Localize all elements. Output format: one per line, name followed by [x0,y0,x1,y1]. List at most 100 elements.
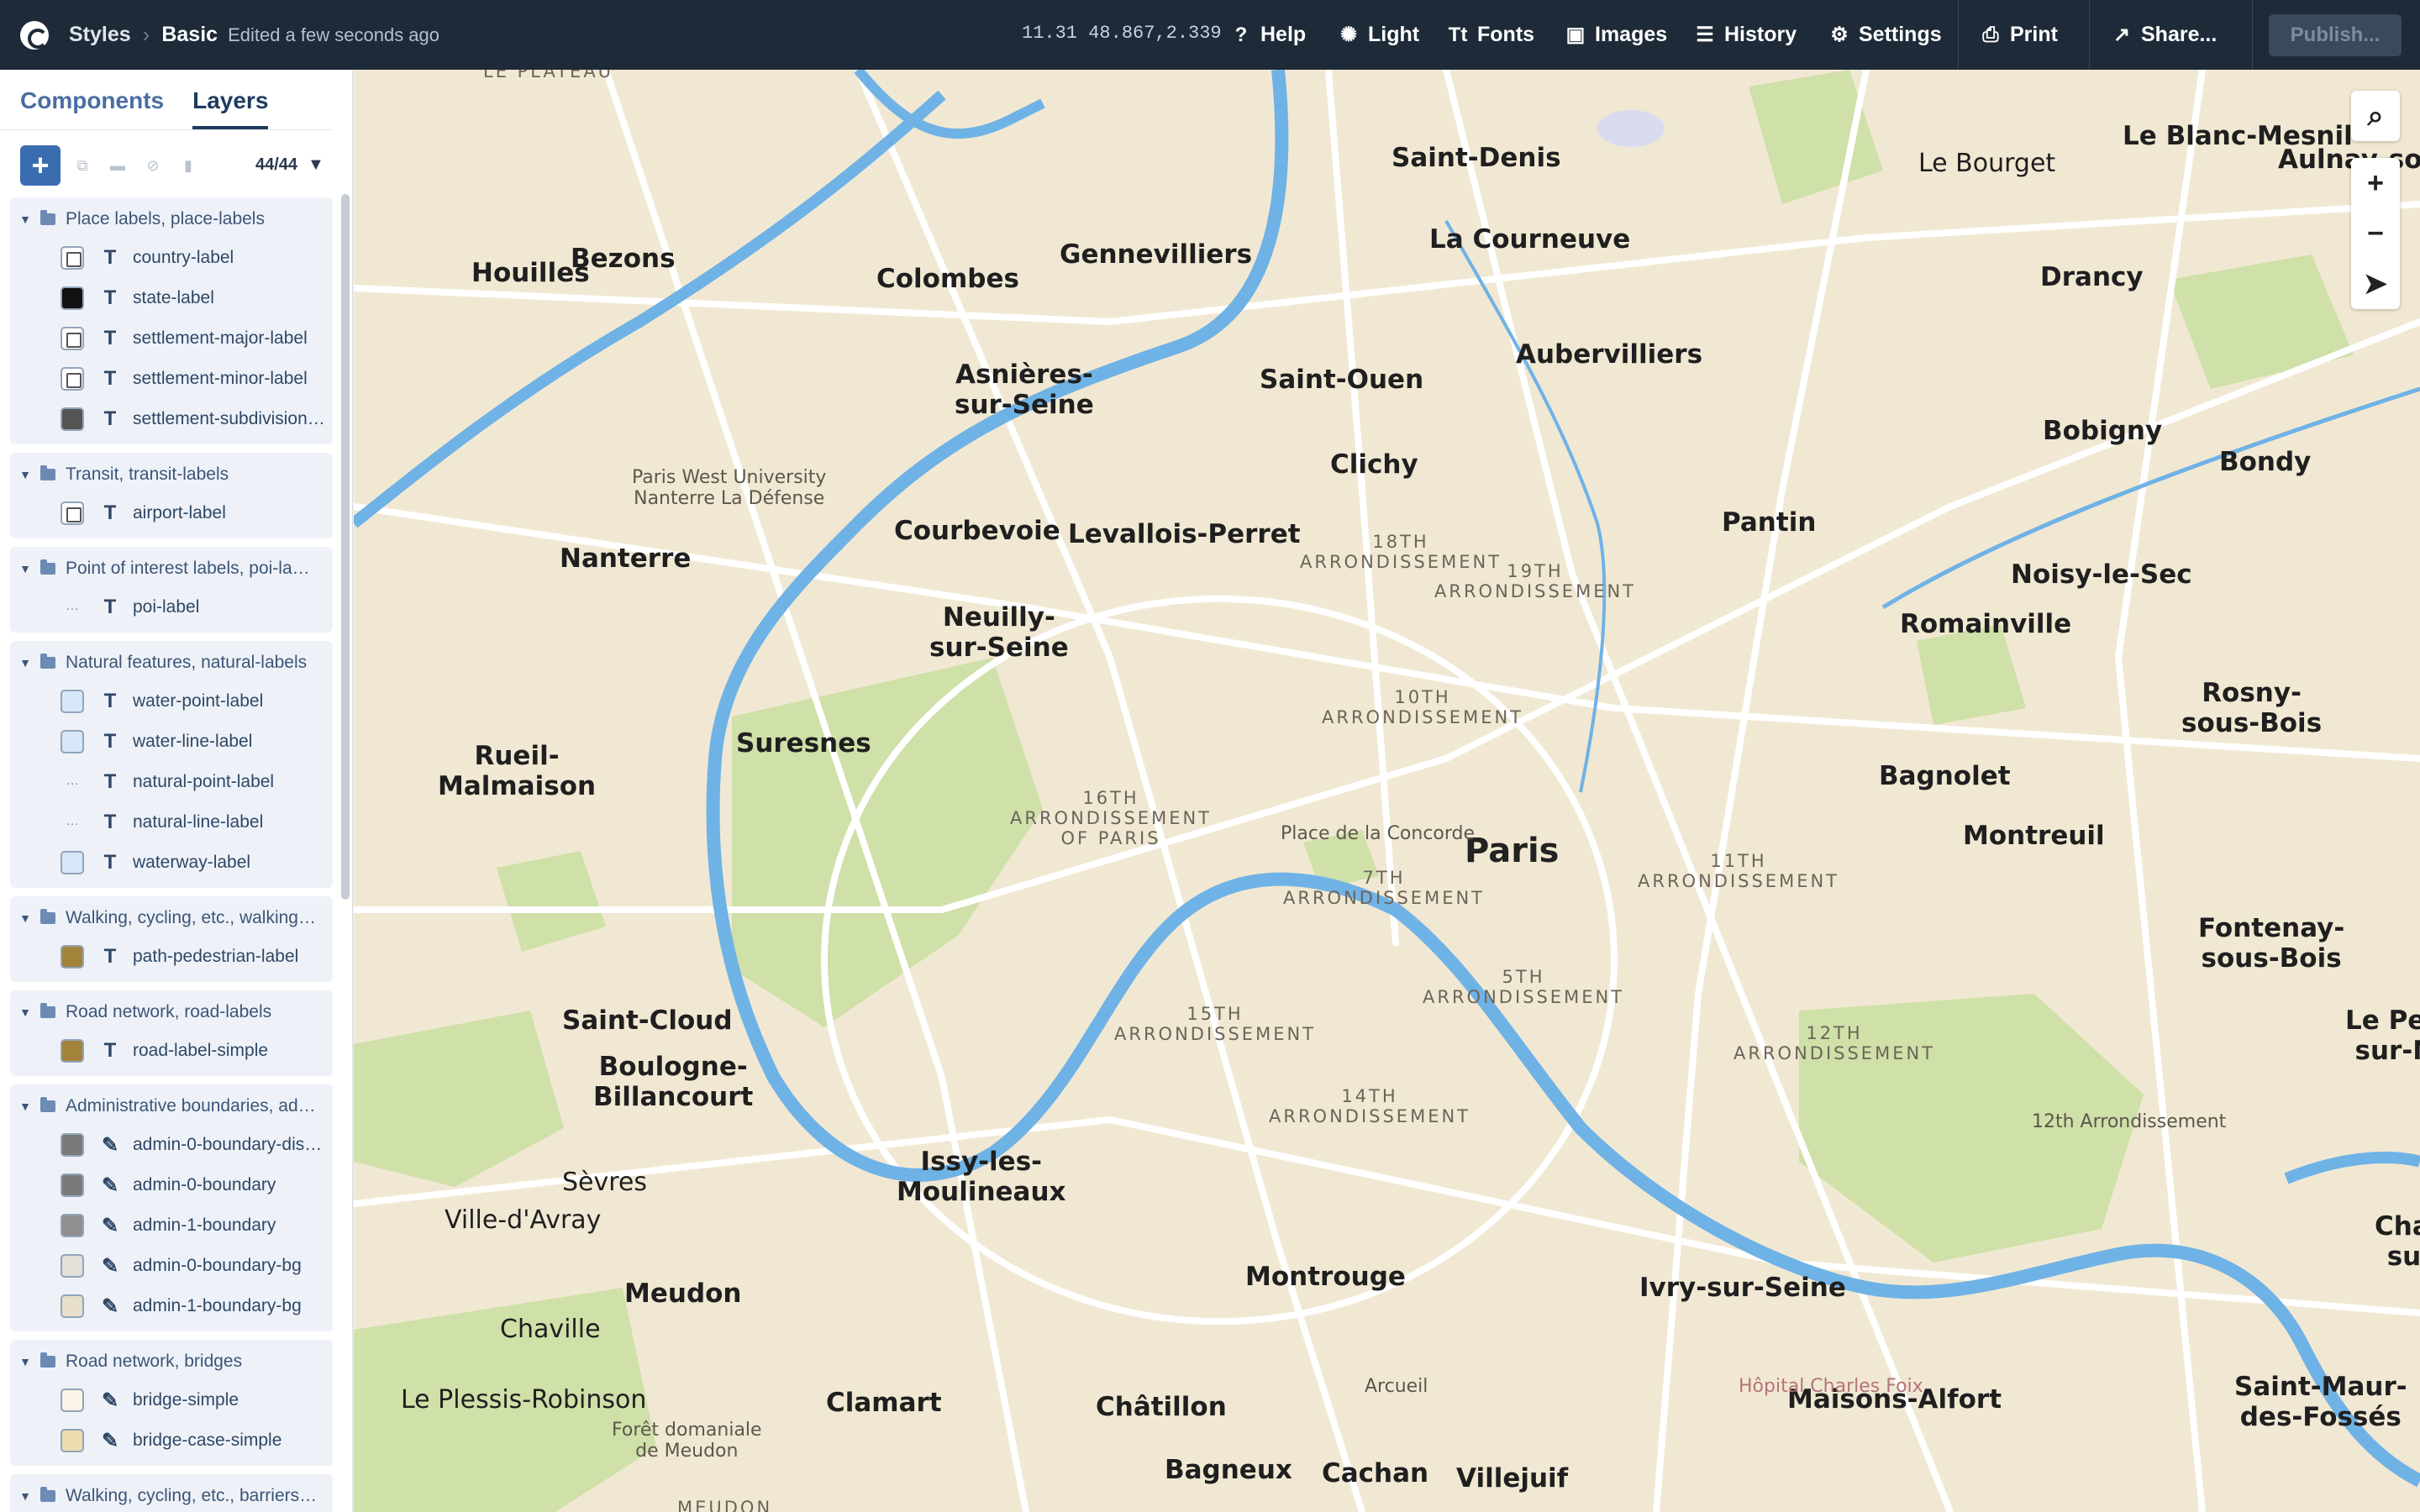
layer-item[interactable]: ✎ admin-1-boundary [10,1205,333,1246]
color-swatch[interactable] [60,1133,84,1157]
layer-group-name: Road network, road-labels [66,1002,272,1021]
color-swatch[interactable] [60,690,84,713]
caret-down-icon[interactable]: ▼ [10,1005,40,1019]
zoom-in-button[interactable]: + [2351,158,2400,208]
studio-logo-icon[interactable] [20,20,49,50]
layer-group-header[interactable]: ▼ Place labels, place-labels [10,201,333,238]
caret-down-icon[interactable]: ▼ [10,911,40,925]
color-swatch[interactable] [60,1254,84,1278]
print-button[interactable]: ⎙ Print [1980,0,2058,70]
layer-item[interactable]: ✎ bridge-simple [10,1380,333,1420]
layer-group-header[interactable]: ▼ Walking, cycling, etc., walking-labels [10,900,333,937]
place-label: Romainville [1900,609,2072,639]
color-swatch[interactable] [60,945,84,969]
trash-icon[interactable]: ▮ [180,157,197,174]
color-swatch[interactable] [60,1294,84,1318]
layer-item[interactable]: Tstate-label [10,278,333,318]
settings-button[interactable]: ⚙ Settings [1828,0,1941,70]
layer-item[interactable]: ✎ admin-1-boundary-bg [10,1286,333,1326]
breadcrumb-styles[interactable]: Styles [69,23,131,47]
bois-de-boulogne [732,658,1043,1027]
search-icon[interactable]: ⌕ [2351,91,2400,141]
place-label: Courbevoie [894,516,1060,546]
hide-icon[interactable]: ⊘ [145,157,161,174]
layer-item[interactable]: Tairport-label [10,493,333,533]
layer-group-header[interactable]: ▼ Transit, transit-labels [10,456,333,493]
layer-item[interactable]: ✎ bridge-case-simple [10,1420,333,1461]
caret-down-icon[interactable]: ▼ [10,1355,40,1368]
color-swatch[interactable] [60,1039,84,1063]
caret-down-icon[interactable]: ▼ [10,1100,40,1113]
map-canvas[interactable]: Saint-Denis Le Bourget Le Blanc-Mesnil Auln… [354,70,2420,1512]
history-button[interactable]: ☰ History [1694,0,1797,70]
compass-north-icon[interactable]: ➤ [2351,259,2400,309]
layer-item[interactable]: … Tnatural-point-label [10,762,333,802]
layer-item[interactable]: Tcountry-label [10,238,333,278]
color-swatch[interactable] [60,407,84,431]
layer-item[interactable]: ✎ admin-0-boundary-disputed [10,1125,333,1165]
icon-swatch-icon[interactable] [60,327,84,350]
place-label: Paris [1465,832,1560,870]
map-search-control[interactable]: ⌕ [2351,91,2400,141]
theme-button[interactable]: ✺ Light [1338,0,1419,70]
icon-swatch-icon[interactable] [60,246,84,270]
folder-icon [40,210,55,225]
duplicate-icon[interactable]: ⧉ [74,157,91,174]
symbol-layer-icon: T [103,690,117,712]
layer-group-header[interactable]: ▼ Natural features, natural-labels [10,644,333,681]
filter-icon[interactable]: ▼ [308,155,324,175]
folder-icon[interactable]: ▬ [109,157,126,174]
layer-item[interactable]: Twaterway-label [10,843,333,883]
layer-item[interactable]: Twater-point-label [10,681,333,722]
publish-button[interactable]: Publish... [2269,14,2402,56]
fonts-button[interactable]: Tt Fonts [1447,0,1534,70]
icon-swatch-icon[interactable] [60,501,84,525]
layer-item[interactable]: … Tnatural-line-label [10,802,333,843]
layer-item[interactable]: Tsettlement-major-label [10,318,333,359]
layer-item[interactable]: Tsettlement-subdivision-label [10,399,333,439]
caret-down-icon[interactable]: ▼ [10,213,40,226]
color-swatch[interactable] [60,851,84,874]
add-layer-button[interactable]: + [20,145,60,186]
layer-group-header[interactable]: ▼ Walking, cycling, etc., barriers-bridge… [10,1478,333,1512]
folder-icon [40,559,55,575]
layer-item[interactable]: … Tpoi-label [10,587,333,627]
layer-item[interactable]: ✎ admin-0-boundary [10,1165,333,1205]
color-swatch[interactable] [60,730,84,753]
layer-item[interactable]: Troad-label-simple [10,1031,333,1071]
color-swatch[interactable] [60,1389,84,1412]
empty-swatch-icon[interactable]: … [60,596,84,619]
layer-item[interactable]: Tsettlement-minor-label [10,359,333,399]
style-name[interactable]: Basic [161,23,218,47]
printer-icon: ⎙ [1982,23,1999,46]
symbol-layer-icon: T [103,367,117,390]
layer-item[interactable]: Twater-line-label [10,722,333,762]
layer-group-header[interactable]: ▼ Road network, bridges [10,1343,333,1380]
empty-swatch-icon[interactable]: … [60,770,84,794]
share-button[interactable]: ↗ Share... [2111,0,2217,70]
arrondissement-label: 5TH ARRONDISSEMENT [1423,967,1625,1008]
color-swatch[interactable] [60,1214,84,1237]
caret-down-icon[interactable]: ▼ [10,468,40,481]
color-swatch[interactable] [60,1429,84,1452]
caret-down-icon[interactable]: ▼ [10,1489,40,1503]
layer-group-header[interactable]: ▼ Road network, road-labels [10,994,333,1031]
color-swatch[interactable] [60,1173,84,1197]
icon-swatch-icon[interactable] [60,367,84,391]
caret-down-icon[interactable]: ▼ [10,656,40,669]
layer-item[interactable]: ✎ admin-0-boundary-bg [10,1246,333,1286]
map-position-readout[interactable]: 11.31 48.867,2.339 [1022,23,1222,44]
layer-item[interactable]: Tpath-pedestrian-label [10,937,333,977]
tab-layers[interactable]: Layers [192,87,269,129]
help-button[interactable]: ? Help [1230,0,1307,70]
layer-group-header[interactable]: ▼ Point of interest labels, poi-labels [10,550,333,587]
symbol-layer-icon: T [103,501,117,524]
tab-components[interactable]: Components [20,87,164,129]
caret-down-icon[interactable]: ▼ [10,562,40,575]
images-button[interactable]: ▣ Images [1565,0,1668,70]
layer-list-scrollbar[interactable] [341,194,350,900]
layer-group-header[interactable]: ▼ Administrative boundaries, admin [10,1088,333,1125]
zoom-out-button[interactable]: − [2351,208,2400,259]
color-swatch[interactable] [60,286,84,310]
empty-swatch-icon[interactable]: … [60,811,84,834]
